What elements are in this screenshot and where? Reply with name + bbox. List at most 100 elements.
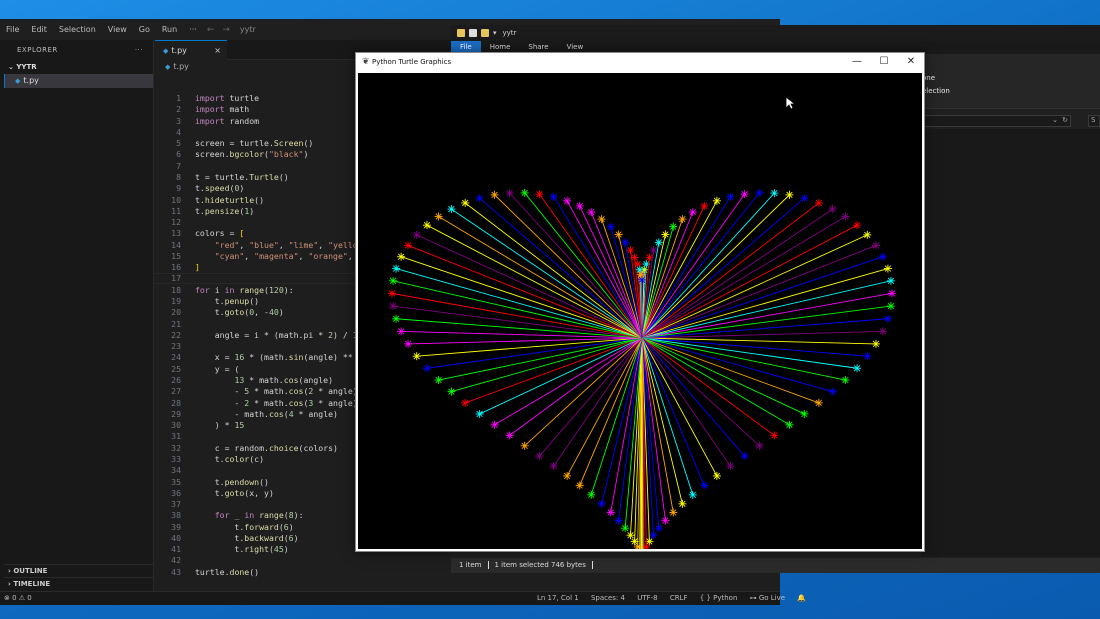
minimize-icon[interactable]: — — [850, 55, 864, 69]
code-line[interactable]: "cyan", "magenta", "orange", "p — [195, 251, 368, 261]
code-line[interactable]: t.color(c) — [195, 454, 264, 464]
command-center-search[interactable]: yytr — [240, 25, 256, 34]
line-number: 23 — [171, 341, 181, 352]
code-line[interactable]: y = ( — [195, 364, 240, 374]
code-line[interactable]: t.speed(0) — [195, 183, 244, 193]
ribbon-cmd-invert-selection[interactable]: election — [922, 87, 950, 95]
line-number: 42 — [171, 555, 181, 566]
explorer-sidebar: EXPLORER ··· ⌄ YYTR ◆ t.py › OUTLINE › TIM… — [4, 40, 154, 591]
code-line[interactable]: t.hideturtle() — [195, 195, 264, 205]
timeline-section[interactable]: › TIMELINE — [4, 577, 154, 590]
outline-section[interactable]: › OUTLINE — [4, 564, 154, 577]
line-ending[interactable]: CRLF — [670, 594, 688, 602]
line-number: 27 — [171, 386, 181, 397]
breadcrumb[interactable]: ◆ t.py — [155, 60, 189, 74]
code-line[interactable]: angle = i * (math.pi * 2) / 120 — [195, 330, 368, 340]
menu-view[interactable]: View — [102, 25, 133, 34]
turtle-titlebar[interactable]: ❦ Python Turtle Graphics — ☐ ✕ — [356, 53, 924, 72]
close-tab-icon[interactable]: × — [214, 41, 221, 60]
chevron-down-icon[interactable]: ⌄ — [1052, 116, 1058, 124]
explorer-title: yytr — [502, 29, 517, 37]
code-line[interactable]: ) * 15 — [195, 420, 245, 430]
line-number: 43 — [171, 566, 181, 577]
code-line[interactable]: t.goto(x, y) — [195, 488, 274, 498]
encoding[interactable]: UTF-8 — [637, 594, 657, 602]
language-mode[interactable]: { } Python — [700, 594, 738, 602]
heart-drawing — [388, 188, 896, 564]
go-live-button[interactable]: ⊶ Go Live — [750, 594, 785, 602]
code-line[interactable]: import turtle — [195, 93, 259, 103]
folder-icon — [457, 29, 465, 37]
code-line[interactable]: t = turtle.Turtle() — [195, 172, 289, 182]
menu-run[interactable]: Run — [156, 25, 183, 34]
nav-forward-icon[interactable]: → — [218, 25, 234, 35]
pen-line — [641, 234, 868, 339]
code-line[interactable]: for _ in range(8): — [195, 510, 304, 520]
maximize-icon[interactable]: ☐ — [877, 55, 891, 69]
code-line[interactable]: x = 16 * (math.sin(angle) ** 3) — [195, 352, 368, 362]
code-line[interactable]: t.forward(6) — [195, 522, 293, 532]
code-line[interactable]: t.pensize(1) — [195, 206, 254, 216]
line-number: 18 — [171, 284, 181, 295]
new-folder-icon[interactable] — [481, 29, 489, 37]
code-line[interactable]: "red", "blue", "lime", "yellow" — [195, 240, 368, 250]
outline-label: OUTLINE — [13, 567, 48, 575]
code-line[interactable]: import random — [195, 116, 259, 126]
pen-line — [641, 194, 790, 339]
pen-line — [641, 256, 884, 339]
line-number: 4 — [176, 126, 181, 137]
code-line[interactable]: t.right(45) — [195, 544, 288, 554]
pen-line — [641, 318, 888, 339]
code-line[interactable]: c = random.choice(colors) — [195, 443, 338, 453]
code-line[interactable]: screen.bgcolor("black") — [195, 149, 308, 159]
code-line[interactable]: ] — [195, 262, 200, 272]
dropdown-icon[interactable]: ▾ — [493, 29, 497, 37]
menu-go[interactable]: Go — [133, 25, 156, 34]
code-line[interactable]: colors = [ — [195, 228, 244, 238]
code-line[interactable]: screen = turtle.Screen() — [195, 138, 313, 148]
line-number: 30 — [171, 420, 181, 431]
nav-back-icon[interactable]: ← — [203, 25, 219, 35]
pen-line — [641, 200, 718, 339]
code-line[interactable]: 13 * math.cos(angle) — [195, 375, 333, 385]
cursor-position[interactable]: Ln 17, Col 1 — [537, 594, 579, 602]
refresh-icon[interactable]: ↻ — [1062, 116, 1068, 124]
code-line[interactable]: t.goto(0, -40) — [195, 307, 284, 317]
python-file-icon: ◆ — [15, 77, 21, 85]
folder-yytr[interactable]: ⌄ YYTR — [4, 60, 153, 74]
address-bar[interactable]: ⌄ ↻ — [923, 115, 1071, 127]
menu-file[interactable]: File — [0, 25, 25, 34]
code-line[interactable]: for i in range(120): — [195, 285, 294, 295]
pen-line — [401, 330, 643, 339]
explorer-file-list[interactable] — [921, 129, 1100, 557]
code-line[interactable]: - 2 * math.cos(3 * angle) — [195, 398, 357, 408]
line-number: 14 — [171, 239, 181, 250]
menu-more[interactable]: ··· — [183, 25, 203, 34]
file-item-t-py[interactable]: ◆ t.py — [4, 74, 153, 88]
properties-icon[interactable] — [469, 29, 477, 37]
code-line[interactable]: t.penup() — [195, 296, 259, 306]
code-line[interactable]: turtle.done() — [195, 567, 259, 577]
notifications-icon[interactable]: 🔔 — [797, 594, 806, 602]
code-line[interactable]: - 5 * math.cos(2 * angle) — [195, 386, 357, 396]
tab-t-py[interactable]: ◆ t.py × — [155, 40, 227, 60]
code-line[interactable]: t.backward(6) — [195, 533, 298, 543]
more-actions-icon[interactable]: ··· — [135, 40, 143, 60]
close-icon[interactable]: ✕ — [904, 55, 918, 69]
turtle-canvas[interactable] — [358, 73, 922, 564]
pen-line — [641, 305, 892, 339]
menu-edit[interactable]: Edit — [25, 25, 53, 34]
turtle-graphics-window: ❦ Python Turtle Graphics — ☐ ✕ — [355, 52, 925, 564]
line-number: 24 — [171, 352, 181, 363]
pen-line — [494, 194, 643, 339]
menu-selection[interactable]: Selection — [53, 25, 102, 34]
code-line[interactable]: import math — [195, 104, 249, 114]
code-line[interactable]: - math.cos(4 * angle) — [195, 409, 338, 419]
line-number: 7 — [176, 160, 181, 171]
search-box[interactable]: S — [1088, 115, 1100, 127]
sidebar-title: EXPLORER ··· — [4, 40, 153, 60]
line-number: 36 — [171, 487, 181, 498]
code-line[interactable]: t.pendown() — [195, 477, 269, 487]
problems-indicator[interactable]: ⊗ 0 ⚠ 0 — [4, 592, 32, 605]
indentation[interactable]: Spaces: 4 — [591, 594, 625, 602]
